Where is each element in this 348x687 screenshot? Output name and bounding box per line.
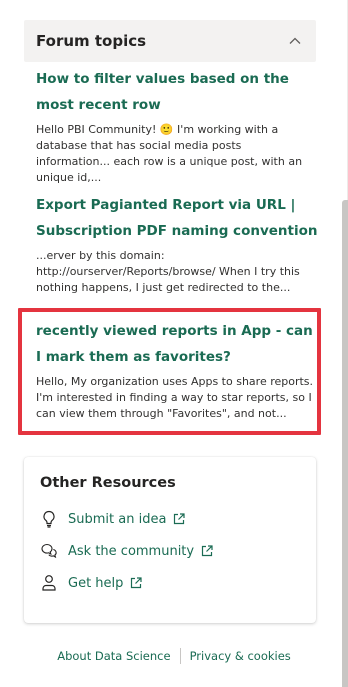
highlight-box xyxy=(18,308,321,435)
external-link-icon xyxy=(172,512,186,526)
other-resources-title: Other Resources xyxy=(40,475,176,491)
forum-topic-item: Export Pagianted Report via URL | Subscr… xyxy=(36,192,318,296)
external-link-icon xyxy=(129,576,143,590)
footer-divider xyxy=(179,648,181,664)
submit-idea-label: Submit an idea xyxy=(68,511,167,527)
footer: About Data Science Privacy & cookies xyxy=(0,648,348,664)
scrollbar[interactable] xyxy=(342,200,348,687)
submit-idea-link[interactable]: Submit an idea xyxy=(40,510,186,528)
forum-topic-title-link[interactable]: Export Pagianted Report via URL | Subscr… xyxy=(36,192,318,244)
forum-topic-snippet: Hello PBI Community! 🙂 I'm working with … xyxy=(36,123,303,184)
get-help-label: Get help xyxy=(68,575,124,591)
ask-community-label: Ask the community xyxy=(68,543,195,559)
forum-topic-item: How to filter values based on the most r… xyxy=(36,66,318,186)
forum-topics-title: Forum topics xyxy=(36,32,147,50)
ask-community-link[interactable]: Ask the community xyxy=(40,542,214,560)
external-link-icon xyxy=(200,544,214,558)
person-help-icon xyxy=(40,574,58,592)
get-help-link[interactable]: Get help xyxy=(40,574,143,592)
privacy-cookies-link[interactable]: Privacy & cookies xyxy=(190,649,291,663)
forum-topics-header[interactable]: Forum topics xyxy=(24,20,316,62)
chat-icon xyxy=(40,542,58,560)
about-data-science-link[interactable]: About Data Science xyxy=(57,649,170,663)
forum-topic-snippet: ...erver by this domain: http://ourserve… xyxy=(36,249,300,294)
lightbulb-icon xyxy=(40,510,58,528)
other-resources-card: Other Resources Submit an idea Ask the c… xyxy=(24,457,316,623)
forum-topic-title-link[interactable]: How to filter values based on the most r… xyxy=(36,66,318,118)
chevron-up-icon[interactable] xyxy=(288,34,302,48)
